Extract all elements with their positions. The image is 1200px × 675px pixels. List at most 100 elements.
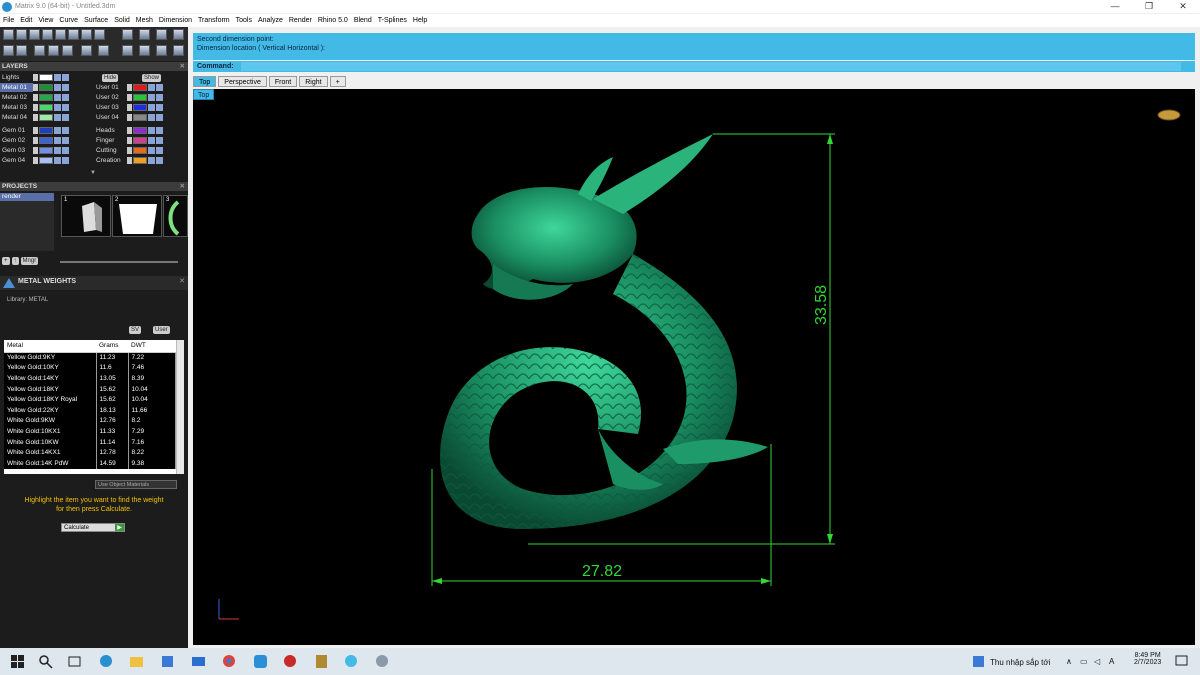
layer-swatch[interactable] [133, 127, 147, 134]
news-icon[interactable] [971, 654, 986, 669]
zalo-icon[interactable] [253, 654, 268, 669]
layer-row-creation[interactable]: Creation [94, 156, 164, 165]
project-thumb-1[interactable]: 1 [61, 195, 111, 237]
table-scrollbar[interactable] [176, 340, 184, 474]
menu-curve[interactable]: Curve [59, 17, 78, 24]
table-row[interactable]: Yellow Gold:9KY 11.23 7.22 [4, 352, 176, 363]
prong-tool-icon[interactable] [156, 29, 167, 40]
layer-toggle[interactable] [33, 157, 38, 164]
layer-swatch[interactable] [39, 114, 53, 121]
layer-swatch[interactable] [39, 137, 53, 144]
search-tool-icon[interactable] [16, 29, 27, 40]
calculate-button[interactable]: Calculate ▶ [61, 523, 125, 532]
add-project-button[interactable]: + [2, 257, 10, 265]
pave-tool-icon[interactable] [122, 45, 133, 56]
restore-button[interactable]: ❐ [1132, 0, 1166, 13]
render-tool-icon[interactable] [98, 45, 109, 56]
menu-analyze[interactable]: Analyze [258, 17, 283, 24]
menu-surface[interactable]: Surface [84, 17, 108, 24]
sv-button[interactable]: SV [129, 326, 142, 334]
lock-icon[interactable] [148, 84, 155, 91]
eye-icon[interactable] [62, 74, 69, 81]
eye-icon[interactable] [62, 127, 69, 134]
lock-icon[interactable] [54, 94, 61, 101]
wire-tool-icon[interactable] [62, 45, 73, 56]
layer-row-metal-01[interactable]: Metal 01 [0, 83, 70, 92]
news-text[interactable]: Thu nhập sắp tới [990, 658, 1050, 667]
up-button[interactable]: ↑ [11, 257, 19, 265]
layer-row-metal-03[interactable]: Metal 03 [0, 103, 70, 112]
viewport-top[interactable]: Top 33.58 27.82 [193, 89, 1195, 645]
layer-toggle[interactable] [127, 127, 132, 134]
lock-icon[interactable] [148, 157, 155, 164]
eye-icon[interactable] [156, 157, 163, 164]
eye-icon[interactable] [62, 114, 69, 121]
eye-icon[interactable] [156, 94, 163, 101]
layer-swatch[interactable] [133, 84, 147, 91]
command-input[interactable] [241, 62, 1181, 71]
layer-row-gem-02[interactable]: Gem 02 [0, 136, 70, 145]
project-item-render[interactable]: render [0, 193, 54, 201]
lock-icon[interactable] [54, 137, 61, 144]
collapse-icon[interactable]: ▼ [90, 170, 96, 176]
star-tool-icon[interactable] [156, 45, 167, 56]
layer-toggle[interactable] [33, 104, 38, 111]
show-button[interactable]: Show [142, 74, 162, 82]
grid-tool-icon[interactable] [94, 29, 105, 40]
table-row[interactable]: Yellow Gold:22KY 18.13 11.66 [4, 404, 176, 416]
eye-icon[interactable] [156, 114, 163, 121]
lock-icon[interactable] [148, 137, 155, 144]
close-icon[interactable]: ✕ [180, 182, 185, 191]
edge-icon[interactable] [99, 654, 114, 669]
tray-chevron-icon[interactable]: ∧ [1066, 657, 1072, 666]
ring-tool-icon[interactable] [139, 29, 150, 40]
lock-icon[interactable] [54, 74, 61, 81]
store-icon[interactable] [160, 654, 175, 669]
menu-rhino[interactable]: Rhino 5.0 [318, 17, 348, 24]
table-row[interactable]: White Gold:14K PdW 14.59 9.38 [4, 457, 176, 469]
table-row[interactable]: White Gold:14KX1 12.78 8.22 [4, 447, 176, 458]
lock-icon[interactable] [54, 157, 61, 164]
layer-toggle[interactable] [33, 84, 38, 91]
layer-swatch[interactable] [39, 147, 53, 154]
eye-icon[interactable] [156, 127, 163, 134]
project-thumb-3[interactable]: 3 [163, 195, 188, 237]
layer-swatch[interactable] [39, 84, 53, 91]
layer-toggle[interactable] [127, 147, 132, 154]
menu-blend[interactable]: Blend [354, 17, 372, 24]
lock-icon[interactable] [148, 94, 155, 101]
snipping-icon[interactable] [375, 654, 390, 669]
layer-toggle[interactable] [127, 114, 132, 121]
gem-tool-icon[interactable] [122, 29, 133, 40]
file-explorer-icon[interactable] [129, 654, 144, 669]
menu-tools[interactable]: Tools [236, 17, 252, 24]
windows-start-icon[interactable] [10, 654, 25, 669]
layer-row-user-01[interactable]: User 01 [94, 83, 164, 92]
lock-icon[interactable] [54, 127, 61, 134]
lock-icon[interactable] [148, 114, 155, 121]
cube-tool-icon[interactable] [42, 29, 53, 40]
layer-row-user-04[interactable]: User 04 [94, 113, 164, 122]
minimize-button[interactable]: — [1098, 0, 1132, 13]
layer-toggle[interactable] [33, 127, 38, 134]
lock-icon[interactable] [54, 147, 61, 154]
layer-toggle[interactable] [127, 84, 132, 91]
lock-icon[interactable] [54, 104, 61, 111]
snap-tool-icon[interactable] [81, 45, 92, 56]
layer-swatch[interactable] [39, 104, 53, 111]
close-button[interactable]: ✕ [1166, 0, 1200, 13]
layer-row-gem-03[interactable]: Gem 03 [0, 146, 70, 155]
sparkle-tool-icon[interactable] [173, 45, 184, 56]
layer-swatch[interactable] [39, 127, 53, 134]
menu-mesh[interactable]: Mesh [136, 17, 153, 24]
layer-row-metal-02[interactable]: Metal 02 [0, 93, 70, 102]
manager-button[interactable]: Mngr [20, 257, 39, 265]
language-icon[interactable]: A [1109, 657, 1114, 666]
box-tool-icon[interactable] [55, 29, 66, 40]
matrix-icon[interactable] [344, 654, 359, 669]
volume-icon[interactable]: ◁ [1094, 657, 1100, 666]
layer-toggle[interactable] [33, 147, 38, 154]
layer-toggle[interactable] [33, 94, 38, 101]
tab-front[interactable]: Front [268, 76, 298, 87]
project-thumb-2[interactable]: 2 [112, 195, 162, 237]
